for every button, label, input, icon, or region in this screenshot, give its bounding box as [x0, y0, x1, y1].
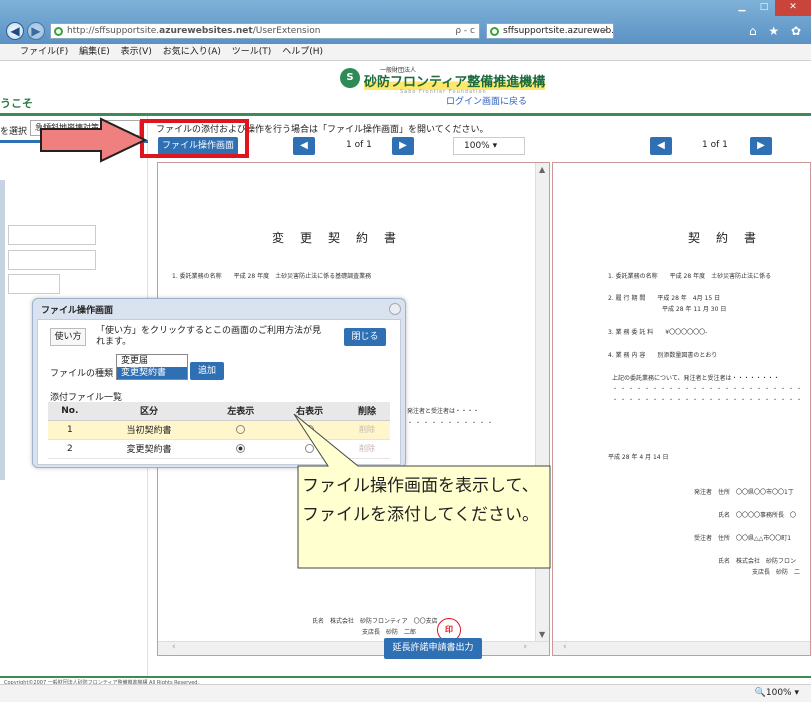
doc-right-contractor-name: 氏名 株式会社 砂防フロン: [718, 558, 797, 565]
tab-close-icon[interactable]: ×: [601, 24, 609, 38]
doc-right-orderer-name: 氏名 〇〇〇〇事務所長 〇: [718, 512, 797, 519]
dialog-title: ファイル操作画面: [41, 306, 114, 316]
tab-favicon-icon: [490, 27, 499, 36]
row-no: 1: [48, 420, 92, 440]
address-path: /UserExtension: [252, 26, 321, 36]
prev-page-right-button[interactable]: ◀: [650, 137, 672, 155]
search-refresh-icon[interactable]: ρ - c: [455, 24, 475, 38]
tab-title: sffsupportsite.azureweb...: [503, 26, 614, 36]
doc-right-item-3: 3. 業 務 委 託 料 ¥〇〇〇〇〇〇-: [608, 329, 708, 336]
file-type-label: ファイルの種類: [50, 369, 114, 379]
doc-right-item-2b: 平成 28 年 11 月 30 日: [608, 306, 727, 313]
doc-left-title: 変更契約書: [272, 231, 413, 245]
zoom-status[interactable]: 🔍100% ▾: [755, 688, 799, 698]
prev-page-left-button[interactable]: ◀: [293, 137, 315, 155]
doc-right-item-4: 4. 業 務 内 容 別添数量図書のとおり: [608, 352, 718, 359]
footer-divider: [0, 676, 811, 678]
site-favicon-icon: [54, 27, 63, 36]
doc-left-sign2: 支店長 砂防 二郎: [362, 629, 417, 636]
browser-titlebar: ◀ ▶ http://sffsupportsite.azurewebsites.…: [0, 0, 811, 44]
window-close-icon[interactable]: ✕: [775, 0, 811, 16]
back-to-login-link[interactable]: ログイン画面に戻る: [446, 94, 527, 107]
minimize-icon[interactable]: ▁: [731, 0, 753, 16]
help-button[interactable]: 使い方: [50, 328, 86, 346]
doc-left-line: 1. 委託業務の名称 平成 28 年度 土砂災害防止法に係る基礎調査業務: [172, 273, 372, 280]
left-field-1[interactable]: [8, 225, 96, 245]
doc-right-dots-2: ・・・・・・・・・・・・・・・・・・・・・・・・: [612, 397, 805, 404]
row-kind: 当初契約書: [91, 420, 207, 440]
browser-tool-icons[interactable]: ⌂ ★ ✿: [749, 24, 805, 38]
next-page-right-button[interactable]: ▶: [750, 137, 772, 155]
close-button[interactable]: 閉じる: [344, 328, 386, 346]
file-type-listbox[interactable]: 変更届 変更契約書: [116, 354, 188, 380]
menu-tools[interactable]: ツール(T): [232, 47, 272, 57]
logo-main-text: 砂防フロンティア整備推進機構: [364, 71, 546, 90]
menu-file[interactable]: ファイル(F): [20, 47, 68, 57]
next-page-left-button[interactable]: ▶: [392, 137, 414, 155]
menu-view[interactable]: 表示(V): [121, 47, 152, 57]
page-indicator-left: 1 of 1: [346, 140, 372, 150]
browser-tab[interactable]: sffsupportsite.azureweb... ×: [486, 23, 614, 39]
highlight-frame: [140, 119, 249, 158]
document-viewer-right: ‹: [552, 162, 811, 656]
doc-right-contractor-name2: 支店長 砂防 二: [752, 569, 801, 576]
left-view-radio[interactable]: [236, 424, 246, 434]
menu-help[interactable]: ヘルプ(H): [282, 47, 323, 57]
address-host: azurewebsites.net: [159, 26, 253, 36]
add-button[interactable]: 追加: [190, 362, 224, 380]
zoom-select[interactable]: 100% ▾: [453, 137, 525, 155]
col-no: No.: [48, 402, 92, 421]
extension-request-output-button[interactable]: 延長許諾申請書出力: [384, 638, 482, 659]
doc-right-hscroll[interactable]: ‹: [553, 641, 810, 655]
dialog-close-icon[interactable]: [389, 303, 401, 315]
address-bar[interactable]: http://sffsupportsite.azurewebsites.net/…: [50, 23, 480, 39]
file-type-option[interactable]: 変更届: [117, 355, 187, 367]
maximize-icon[interactable]: □: [753, 0, 775, 16]
address-prefix: http://sffsupportsite.: [67, 26, 160, 36]
forward-arrow-icon[interactable]: ▶: [27, 22, 45, 40]
col-kind: 区分: [91, 402, 207, 421]
doc-left-sign: 氏名 株式会社 砂防フロンティア 〇〇支店: [312, 618, 438, 625]
doc-right-orderer: 発注者 住所 〇〇県〇〇市〇〇1丁: [694, 489, 794, 496]
left-field-2[interactable]: [8, 250, 96, 270]
doc-right-title: 契約書: [688, 231, 773, 245]
menu-bar: ファイル(F) 編集(E) 表示(V) お気に入り(A) ツール(T) ヘルプ(…: [0, 44, 811, 61]
help-text: 「使い方」をクリックするとこの画面のご利用方法が見れます。: [96, 326, 322, 347]
doc-right-body: 上記の委託業務について、発注者と受注者は・・・・・・・・: [612, 375, 780, 382]
doc-right-item-2: 2. 履 行 期 間 平成 28 年 4月 15 日: [608, 295, 721, 302]
window-controls: ▁ □ ✕: [731, 0, 811, 16]
left-scrollbar[interactable]: [0, 180, 5, 480]
left-field-3[interactable]: [8, 274, 60, 294]
back-arrow-icon[interactable]: ◀: [6, 22, 24, 40]
pointer-arrow-icon: [40, 117, 148, 163]
doc-right-contractor: 受注者 住所 〇〇県△△市〇〇町1: [694, 535, 792, 542]
doc-right-item-1: 1. 委託業務の名称 平成 28 年度 土砂災害防止法に係る: [608, 273, 772, 280]
left-view-radio[interactable]: [236, 443, 246, 453]
row-no: 2: [48, 439, 92, 459]
site-logo: S 一般財団法人 砂防フロンティア整備推進機構 Sabo Frontier Fo…: [340, 65, 546, 95]
welcome-text: うこそ: [0, 97, 33, 110]
select-label: を選択: [0, 127, 28, 137]
doc-right-dots-1: ・・・・・・・・・・・・・・・・・・・・・・・・: [612, 386, 805, 393]
doc-right-date: 平成 28 年 4 月 14 日: [608, 454, 669, 461]
instruction-callout: ファイル操作画面を表示して、ファイルを添付してください。: [288, 414, 551, 570]
menu-favorites[interactable]: お気に入り(A): [163, 47, 221, 57]
col-left-view: 左表示: [206, 402, 276, 421]
menu-edit[interactable]: 編集(E): [79, 47, 110, 57]
callout-text: ファイル操作画面を表示して、ファイルを添付してください。: [302, 476, 539, 525]
logo-mark-icon: S: [340, 68, 360, 88]
doc-left-hscroll[interactable]: ‹ ›: [158, 641, 549, 655]
status-bar: 🔍100% ▾: [0, 684, 811, 702]
page-indicator-right: 1 of 1: [702, 140, 728, 150]
row-kind: 変更契約書: [91, 439, 207, 459]
file-type-option-selected[interactable]: 変更契約書: [117, 367, 187, 379]
